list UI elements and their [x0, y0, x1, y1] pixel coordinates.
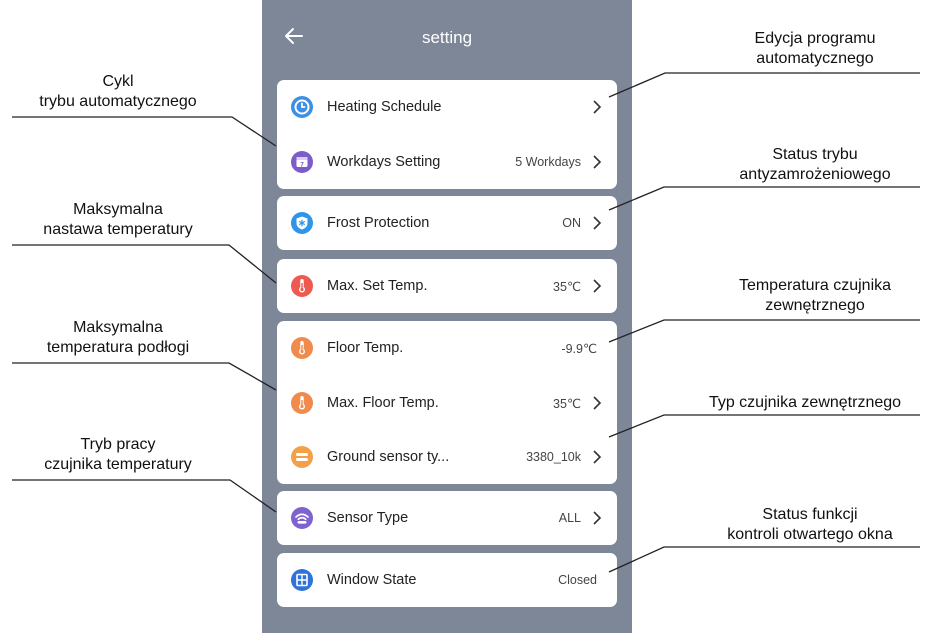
schedule-card: Heating Schedule 7 Workdays Setting 5 Wo…: [277, 80, 617, 189]
wifi-sensor-icon: [291, 507, 313, 529]
row-label: Ground sensor ty...: [327, 449, 450, 465]
leader-line: [608, 319, 920, 343]
leader-line: [608, 186, 920, 211]
callout-external-sensor-temp: Temperatura czujnika zewnętrznego: [700, 276, 930, 316]
callout-line: czujnika temperatury: [44, 456, 192, 473]
leader-line: [608, 546, 920, 573]
chevron-right-icon: [593, 396, 602, 410]
floor-sensor-card: Floor Temp. -9.9℃ Max. Floor Temp. 35℃ G…: [277, 321, 617, 484]
callout-sensor-mode: Tryb pracy czujnika temperatury: [8, 435, 228, 475]
callout-line: Cykl: [102, 73, 134, 90]
callout-line: Status funkcji: [762, 506, 858, 523]
row-label: Max. Set Temp.: [327, 278, 428, 294]
row-label: Frost Protection: [327, 215, 430, 231]
max-set-temp-value: 35℃: [553, 279, 581, 294]
leader-line: [12, 116, 277, 147]
workdays-value: 5 Workdays: [515, 155, 581, 169]
callout-edit-program: Edycja programu automatycznego: [700, 29, 930, 69]
sensor-type-value: ALL: [558, 511, 581, 525]
max-floor-temp-row[interactable]: Max. Floor Temp. 35℃: [277, 376, 617, 430]
page-title: setting: [421, 28, 473, 47]
ground-sensor-value: 3380_10k: [526, 450, 581, 464]
callout-line: trybu automatycznego: [39, 93, 197, 110]
callout-auto-mode-cycle: Cykl trybu automatycznego: [8, 72, 228, 112]
callout-line: automatycznego: [756, 50, 874, 67]
chevron-right-icon: [593, 450, 602, 464]
callout-line: nastawa temperatury: [43, 221, 193, 238]
calendar-icon: 7: [291, 151, 313, 173]
sensor-icon: [291, 446, 313, 468]
callout-frost-status: Status trybu antyzamrożeniowego: [700, 145, 930, 185]
callout-line: Edycja programu: [754, 30, 876, 47]
callout-max-set-temp: Maksymalna nastawa temperatury: [8, 200, 228, 240]
sensor-type-row[interactable]: Sensor Type ALL: [277, 491, 617, 545]
max-set-temp-row[interactable]: Max. Set Temp. 35℃: [277, 259, 617, 313]
sensor-type-card: Sensor Type ALL: [277, 491, 617, 545]
callout-line: Maksymalna: [73, 201, 163, 218]
window-state-row: Window State Closed: [277, 553, 617, 607]
chevron-right-icon: [593, 216, 602, 230]
leader-line: [12, 479, 277, 513]
callout-line: kontroli otwartego okna: [727, 526, 893, 543]
thermometer-icon: [291, 337, 313, 359]
leader-line: [608, 414, 920, 438]
workdays-setting-row[interactable]: 7 Workdays Setting 5 Workdays: [277, 135, 617, 189]
ground-sensor-type-row[interactable]: Ground sensor ty... 3380_10k: [277, 430, 617, 484]
row-label: Heating Schedule: [327, 99, 442, 115]
thermometer-icon: [291, 275, 313, 297]
clock-icon: [291, 96, 313, 118]
row-label: Sensor Type: [327, 510, 409, 526]
frost-card: Frost Protection ON: [277, 196, 617, 250]
row-label: Window State: [327, 572, 417, 588]
leader-line: [12, 362, 277, 391]
floor-temp-row: Floor Temp. -9.9℃: [277, 321, 617, 375]
floor-temp-value: -9.9℃: [561, 341, 597, 356]
window-state-value: Closed: [558, 573, 597, 587]
heating-schedule-row[interactable]: Heating Schedule: [277, 80, 617, 134]
max-set-temp-card: Max. Set Temp. 35℃: [277, 259, 617, 313]
callout-line: Temperatura czujnika: [738, 277, 892, 294]
window-state-card: Window State Closed: [277, 553, 617, 607]
row-label: Floor Temp.: [327, 340, 404, 356]
app-header: setting: [262, 0, 632, 80]
callout-external-sensor-type: Typ czujnika zewnętrznego: [680, 393, 930, 413]
row-label: Max. Floor Temp.: [327, 395, 439, 411]
callout-max-floor-temp: Maksymalna temperatura podłogi: [8, 318, 228, 358]
frost-status-value: ON: [562, 216, 581, 230]
callout-line: antyzamrożeniowego: [739, 166, 891, 183]
leader-line: [12, 244, 277, 284]
chevron-right-icon: [593, 100, 602, 114]
chevron-right-icon: [593, 279, 602, 293]
frost-protection-row[interactable]: Frost Protection ON: [277, 196, 617, 250]
callout-line: Status trybu: [772, 146, 858, 163]
leader-line: [608, 72, 920, 98]
callout-line: Typ czujnika zewnętrznego: [708, 394, 902, 411]
snowflake-shield-icon: [291, 212, 313, 234]
thermometer-icon: [291, 392, 313, 414]
row-label: Workdays Setting: [327, 154, 441, 170]
callout-line: Tryb pracy: [80, 436, 156, 453]
callout-line: zewnętrznego: [765, 297, 865, 314]
window-icon: [291, 569, 313, 591]
settings-screen: setting Heating Schedule 7 Workdays Sett…: [262, 0, 632, 633]
svg-text:7: 7: [300, 161, 304, 168]
chevron-right-icon: [593, 511, 602, 525]
max-floor-temp-value: 35℃: [553, 396, 581, 411]
callout-line: Maksymalna: [73, 319, 163, 336]
chevron-right-icon: [593, 155, 602, 169]
callout-line: temperatura podłogi: [46, 339, 190, 356]
callout-window-status: Status funkcji kontroli otwartego okna: [690, 505, 930, 545]
